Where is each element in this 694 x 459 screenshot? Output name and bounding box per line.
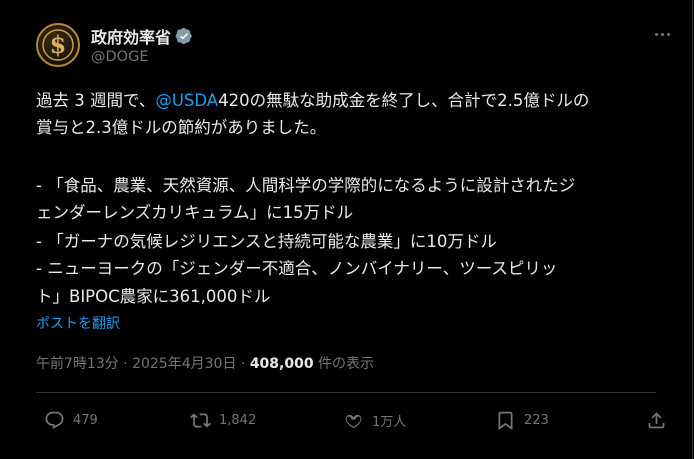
bookmark-count: 223 — [524, 412, 549, 428]
post-text-line-5: - 「ガーナの気候レジリエンスと持続可能な農業」に10万ドル — [36, 232, 497, 251]
post-meta: 午前7時13分 · 2025年4月30日 · 408,000 件の表示 — [36, 353, 374, 373]
post-date[interactable]: 2025年4月30日 — [132, 356, 236, 372]
more-dot-icon — [654, 32, 658, 36]
meta-separator: · — [236, 356, 250, 372]
mention-link[interactable]: @USDA — [155, 91, 218, 110]
views-label: 件の表示 — [313, 356, 375, 372]
reply-count: 479 — [73, 412, 98, 428]
post-card: $ 政府効率省 @DOGE 過去 3 週間で、@USDA420の無駄な助成金を終… — [0, 0, 693, 459]
handle[interactable]: @DOGE — [91, 49, 148, 65]
post-text-line-6: - ニューヨークの「ジェンダー不適合、ノンバイナリー、ツースピリッ — [36, 259, 558, 278]
verified-badge-icon — [175, 27, 192, 45]
post-text-line-3: - 「食品、農業、天然資源、人間科学の学際的になるように設計されたジ — [36, 176, 576, 195]
heart-icon — [345, 414, 362, 428]
text-segment: 過去 3 週間で、 — [36, 91, 156, 110]
more-options-button[interactable] — [650, 24, 674, 44]
post-text-line-4: ェンダーレンズカリキュラム」に15万ドル — [36, 203, 354, 222]
text-segment: 420の無駄な助成金を終了し、合計で2.5億ドルの — [218, 91, 590, 110]
share-icon — [648, 411, 665, 428]
repost-button[interactable]: 1,842 — [190, 409, 256, 431]
display-name[interactable]: 政府効率省 — [91, 24, 171, 48]
like-button[interactable]: 1万人 — [343, 409, 406, 431]
reply-button[interactable]: 479 — [44, 409, 98, 431]
dollar-coin-icon: $ — [42, 29, 74, 61]
post-time[interactable]: 午前7時13分 — [36, 356, 119, 372]
bookmark-button[interactable]: 223 — [495, 409, 549, 431]
post-text-line-7: ト」BIPOC農家に361,000ドル — [36, 287, 271, 306]
reply-icon — [45, 411, 64, 429]
repost-count: 1,842 — [219, 412, 257, 428]
like-count: 1万人 — [372, 414, 407, 430]
post-text-line-2: 賞与と2.3億ドルの節約がありました。 — [36, 118, 327, 137]
view-count: 408,000 — [249, 356, 314, 372]
author-name-row[interactable]: 政府効率省 — [91, 25, 193, 47]
bookmark-icon — [498, 411, 513, 430]
svg-text:$: $ — [50, 30, 67, 59]
translate-post-link[interactable]: ポストを翻訳 — [36, 313, 120, 333]
post-text-line-1: 過去 3 週間で、@USDA420の無駄な助成金を終了し、合計で2.5億ドルの — [36, 88, 589, 114]
avatar[interactable]: $ — [36, 23, 80, 67]
repost-icon — [190, 412, 211, 428]
more-dot-icon — [666, 32, 670, 36]
share-button[interactable] — [646, 409, 675, 431]
meta-separator: · — [118, 356, 133, 372]
divider — [36, 392, 656, 393]
more-dot-icon — [660, 32, 664, 36]
